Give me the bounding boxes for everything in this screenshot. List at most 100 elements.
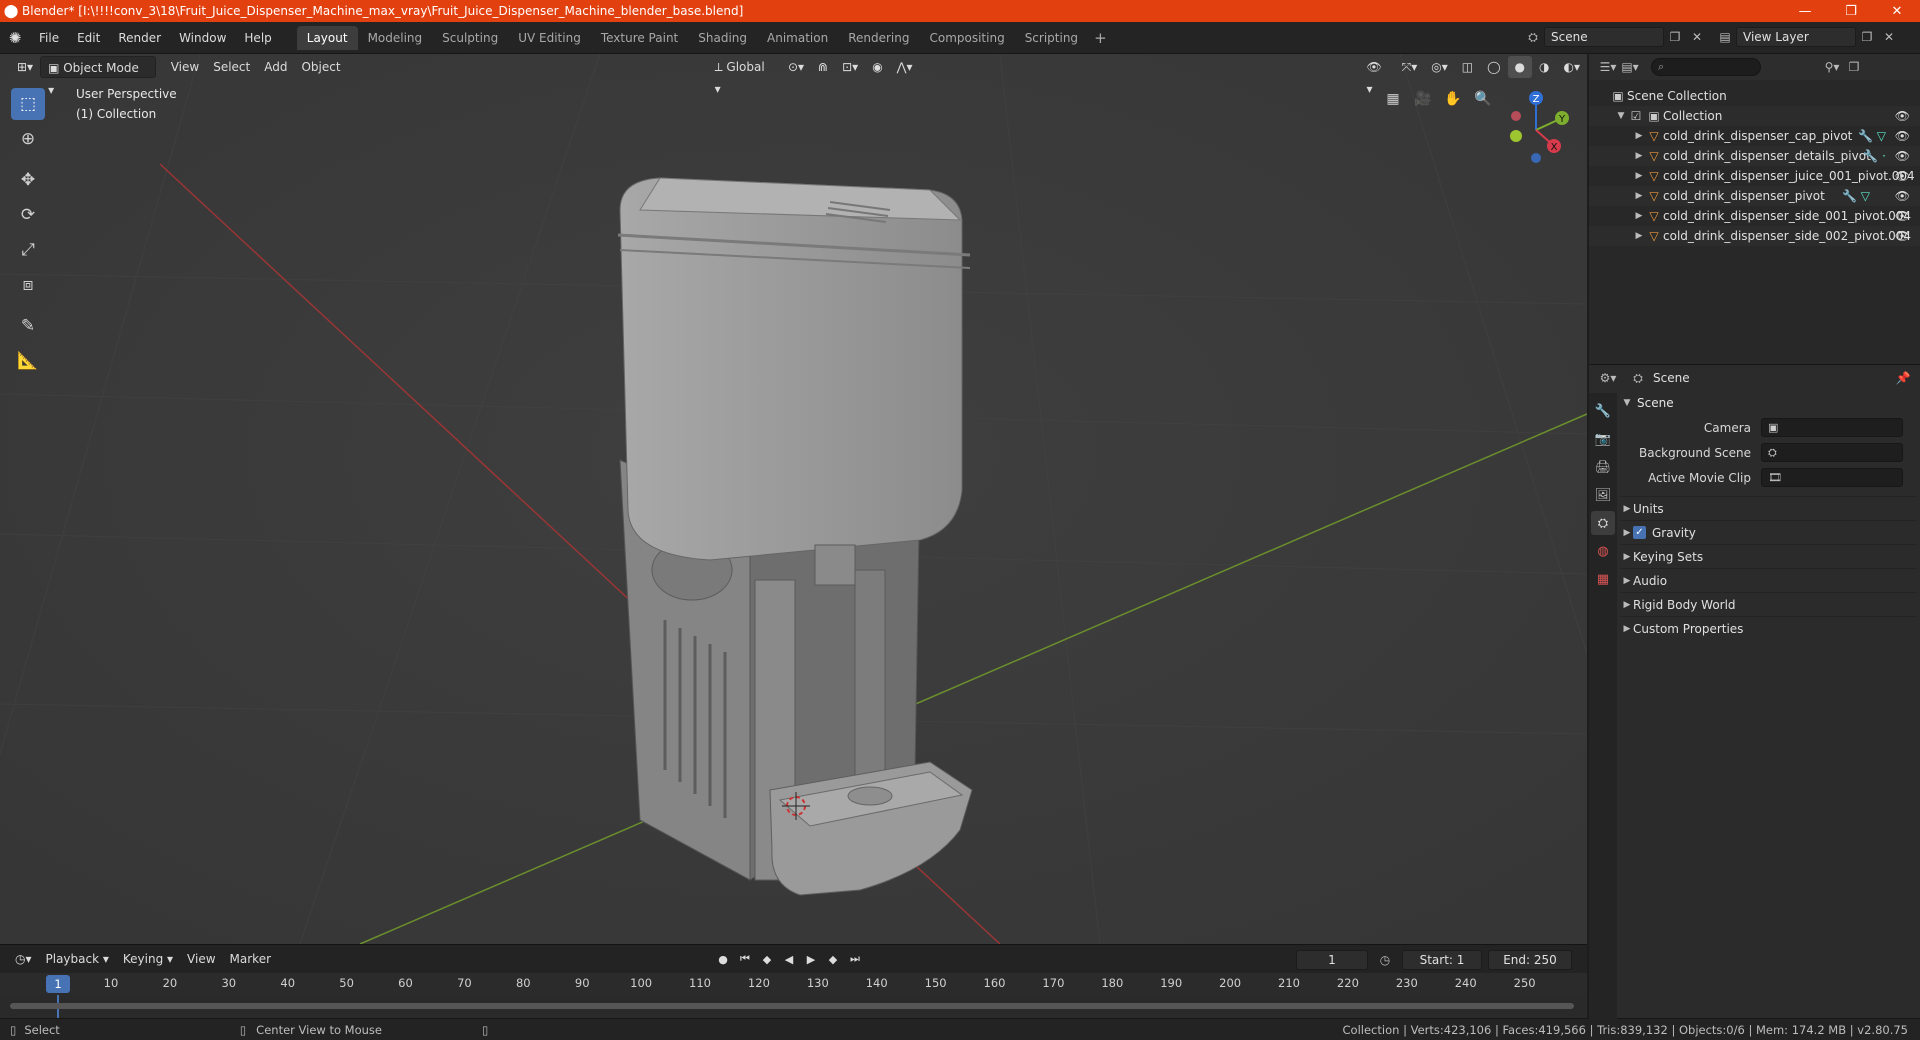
tab-layout[interactable]: Layout — [296, 25, 358, 50]
expand-object-icon[interactable]: ▶ — [1633, 211, 1645, 221]
wireframe-shading-icon[interactable]: ◯ — [1480, 56, 1507, 78]
measure-tool-icon[interactable]: 📐 — [11, 345, 45, 377]
record-icon[interactable]: ● — [714, 949, 732, 969]
play-icon[interactable]: ▶ — [802, 949, 820, 969]
delete-view-layer-icon[interactable]: ✕ — [1878, 26, 1900, 48]
menu-edit[interactable]: Edit — [68, 26, 109, 50]
camera-view-icon[interactable]: 🎥 — [1410, 86, 1436, 112]
clock-icon[interactable]: ◷ — [1374, 949, 1396, 971]
xray-icon[interactable]: ◫ — [1455, 56, 1480, 78]
object-visibility-icon[interactable]: 👁 — [1895, 189, 1910, 203]
menu-view[interactable]: View — [164, 56, 206, 78]
snap-target-icon[interactable]: ⊡▾ — [835, 56, 865, 78]
rotate-tool-icon[interactable]: ⟳ — [11, 199, 45, 231]
scene-icon[interactable]: ⛭ — [1522, 26, 1544, 48]
pivot-icon[interactable]: ⊙▾ — [781, 56, 811, 78]
view-layer-tab-icon[interactable]: 🖼 — [1591, 483, 1615, 507]
scale-tool-icon[interactable]: ⤢ — [11, 234, 45, 266]
object-visibility-icon[interactable]: 👁 — [1895, 229, 1910, 243]
expand-object-icon[interactable]: ▶ — [1633, 131, 1645, 141]
timeline-scrollbar[interactable] — [10, 1003, 1574, 1009]
menu-help[interactable]: Help — [235, 26, 280, 50]
outliner-object[interactable]: ▶ ▽ cold_drink_dispenser_side_001_pivot.… — [1589, 206, 1920, 226]
editor-type-icon[interactable]: ⊞▾ — [10, 56, 40, 78]
add-workspace-button[interactable]: + — [1088, 26, 1113, 50]
outliner-object[interactable]: ▶ ▽ cold_drink_dispenser_side_002_pivot.… — [1589, 226, 1920, 246]
material-shading-icon[interactable]: ◑ — [1532, 56, 1556, 78]
tab-rendering[interactable]: Rendering — [838, 26, 919, 50]
scene-tab-icon[interactable]: ⛭ — [1591, 511, 1615, 535]
play-reverse-icon[interactable]: ◀ — [780, 949, 798, 969]
delete-scene-icon[interactable]: ✕ — [1686, 26, 1708, 48]
gizmo-toggle-icon[interactable]: ⤧▾ — [1395, 56, 1425, 78]
frame-ruler[interactable]: 1 10 20 30 40 50 60 70 80 90 100 110 120 130 140 150 16… — [0, 973, 1587, 995]
menu-add[interactable]: Add — [257, 56, 294, 78]
rendered-shading-icon[interactable]: ◐▾ — [1556, 56, 1587, 78]
menu-object[interactable]: Object — [294, 56, 347, 78]
menu-file[interactable]: File — [30, 26, 68, 50]
texture-tab-icon[interactable]: ▦ — [1591, 567, 1615, 591]
scene-panel-header[interactable]: ▼ Scene — [1621, 391, 1917, 415]
tab-texture-paint[interactable]: Texture Paint — [591, 26, 688, 50]
outliner-search-input[interactable]: ⌕ — [1651, 58, 1761, 76]
collection-checkbox-icon[interactable]: ☑ — [1627, 109, 1645, 123]
tab-shading[interactable]: Shading — [688, 26, 757, 50]
outliner-object[interactable]: ▶ ▽ cold_drink_dispenser_juice_001_pivot… — [1589, 166, 1920, 186]
modifier-icons[interactable]: 🔧 ▽ — [1858, 129, 1886, 143]
keying-sets-panel[interactable]: ▶ Keying Sets — [1621, 544, 1917, 568]
proportional-edit-icon[interactable]: ◉ — [865, 56, 889, 78]
current-frame-field[interactable]: 1 — [1296, 950, 1368, 970]
new-view-layer-icon[interactable]: ❐ — [1856, 26, 1878, 48]
start-frame-field[interactable]: Start: 1 — [1402, 950, 1482, 970]
camera-field[interactable]: ▣ — [1761, 418, 1903, 437]
expand-object-icon[interactable]: ▶ — [1633, 151, 1645, 161]
tab-scripting[interactable]: Scripting — [1015, 26, 1088, 50]
tab-modeling[interactable]: Modeling — [358, 26, 433, 50]
menu-select[interactable]: Select — [206, 56, 257, 78]
move-tool-icon[interactable]: ✥ — [11, 164, 45, 196]
tab-sculpting[interactable]: Sculpting — [432, 26, 508, 50]
collection-visibility-icon[interactable]: 👁 — [1895, 109, 1910, 123]
orientation-dropdown[interactable]: ⟂ Global ▾ — [708, 56, 781, 96]
filter-icon[interactable]: ⚲▾ — [1821, 56, 1843, 78]
menu-window[interactable]: Window — [170, 26, 235, 50]
outliner-collection[interactable]: ▼ ☑ ▣ Collection 👁 — [1589, 106, 1920, 126]
pan-view-icon[interactable]: ✋ — [1440, 86, 1466, 112]
object-visibility-icon[interactable]: 👁 — [1895, 129, 1910, 143]
outliner-editor-type-icon[interactable]: ☰▾ — [1597, 56, 1619, 78]
minimize-button[interactable]: — — [1782, 0, 1828, 22]
jump-end-icon[interactable]: ⏭ — [846, 949, 864, 969]
render-tab-icon[interactable]: 📷 — [1591, 427, 1615, 451]
solid-shading-icon[interactable]: ● — [1507, 56, 1532, 78]
audio-panel[interactable]: ▶ Audio — [1621, 568, 1917, 592]
timeline-editor-type-icon[interactable]: ◷▾ — [8, 952, 39, 966]
modifier-icons[interactable]: 🔧 ▽ — [1842, 189, 1870, 203]
cursor-tool-icon[interactable]: ⊕ — [11, 123, 45, 155]
expand-object-icon[interactable]: ▶ — [1633, 231, 1645, 241]
navigation-gizmo[interactable]: Z Y X — [1498, 88, 1578, 168]
view-layer-field[interactable]: View Layer — [1736, 27, 1856, 47]
gravity-checkbox[interactable]: ✓ — [1633, 526, 1646, 539]
prev-keyframe-icon[interactable]: ◆ — [758, 949, 776, 969]
output-tab-icon[interactable]: 🖨 — [1591, 455, 1615, 479]
menu-marker[interactable]: Marker — [223, 952, 278, 966]
modifier-icons[interactable]: 🔧 · — [1863, 149, 1886, 163]
expand-collection-icon[interactable]: ▼ — [1615, 111, 1627, 121]
tab-compositing[interactable]: Compositing — [919, 26, 1014, 50]
maximize-button[interactable]: ❐ — [1828, 0, 1874, 22]
menu-timeline-view[interactable]: View — [180, 952, 222, 966]
end-frame-field[interactable]: End: 250 — [1488, 950, 1572, 970]
units-panel[interactable]: ▶ Units — [1621, 496, 1917, 520]
object-visibility-icon[interactable]: 👁 — [1895, 169, 1910, 183]
active-movie-clip-field[interactable]: 🎞 — [1761, 468, 1903, 487]
snap-icon[interactable]: ⋒ — [811, 56, 835, 78]
tab-animation[interactable]: Animation — [757, 26, 838, 50]
scene-field[interactable]: Scene — [1544, 27, 1664, 47]
gravity-panel[interactable]: ▶ ✓ Gravity — [1621, 520, 1917, 544]
new-collection-icon[interactable]: ❐ — [1843, 56, 1865, 78]
object-visibility-icon[interactable]: 👁 — [1895, 209, 1910, 223]
blender-menu-icon[interactable]: ✺ — [0, 22, 30, 54]
annotate-tool-icon[interactable]: ✎ — [11, 310, 45, 342]
custom-properties-panel[interactable]: ▶ Custom Properties — [1621, 616, 1917, 640]
rigid-body-world-panel[interactable]: ▶ Rigid Body World — [1621, 592, 1917, 616]
